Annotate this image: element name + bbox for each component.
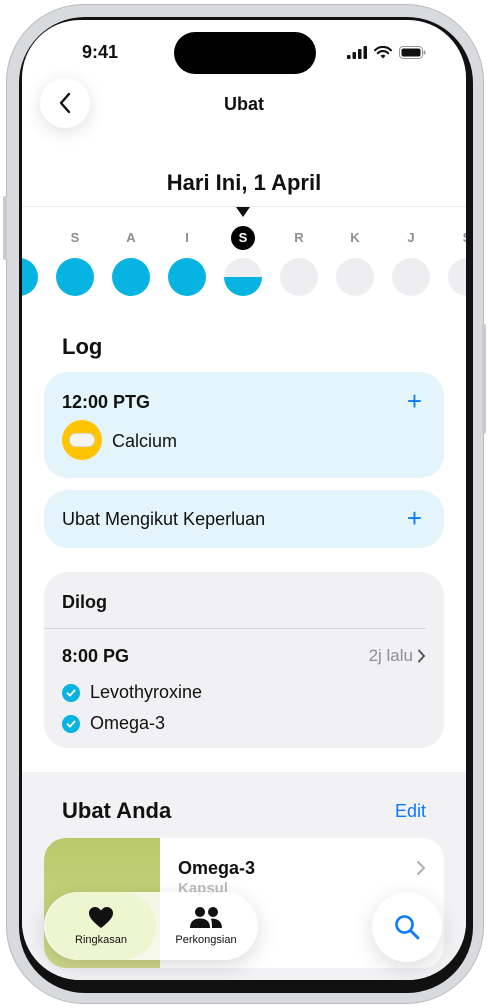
logged-item: Omega-3 — [62, 713, 165, 734]
check-icon — [62, 683, 80, 702]
day-letter[interactable]: I — [22, 230, 31, 245]
logged-ago-text: 2j lalu — [368, 646, 413, 665]
pill-icon — [62, 420, 102, 460]
log-title: Log — [62, 334, 103, 359]
search-button[interactable] — [372, 892, 442, 962]
day-progress[interactable] — [112, 258, 150, 296]
tab-summary-label: Ringkasan — [75, 934, 127, 946]
signal-icon — [347, 46, 367, 59]
date-title: Hari Ini, 1 April — [166, 170, 322, 195]
check-icon — [62, 714, 80, 733]
app-screen: 9:41 Ubat Hari Ini, 1 April I S A I S R K J S Lo… — [22, 20, 466, 980]
day-letter[interactable]: S — [455, 230, 466, 245]
tab-summary[interactable]: Ringkasan — [46, 892, 156, 960]
tab-sharing[interactable]: Perkongsian — [156, 892, 256, 960]
status-icons — [347, 46, 426, 59]
day-progress-today[interactable] — [224, 258, 262, 296]
day-letter[interactable]: J — [399, 230, 423, 245]
heart-icon — [89, 907, 113, 928]
battery-icon — [399, 46, 426, 59]
day-progress[interactable] — [280, 258, 318, 296]
add-dose-button[interactable]: + — [407, 388, 422, 414]
medication-name: Calcium — [112, 431, 178, 451]
as-needed-card[interactable]: Ubat Mengikut Keperluan + — [44, 490, 444, 548]
day-letter[interactable]: I — [175, 230, 199, 245]
day-letter[interactable]: S — [63, 230, 87, 245]
wifi-icon — [374, 46, 392, 59]
scheduled-time: 12:00 PTG — [62, 392, 151, 412]
dynamic-island — [174, 32, 316, 74]
chevron-right-icon — [418, 649, 426, 663]
day-letter[interactable]: A — [119, 230, 143, 245]
tab-sharing-label: Perkongsian — [175, 934, 237, 946]
today-marker-icon — [236, 207, 250, 217]
day-progress[interactable] — [448, 258, 466, 296]
logged-item-name: Omega-3 — [90, 713, 166, 733]
day-progress[interactable] — [168, 258, 206, 296]
day-progress[interactable] — [392, 258, 430, 296]
day-progress[interactable] — [22, 258, 38, 296]
logged-title: Dilog — [62, 592, 107, 612]
day-progress[interactable] — [56, 258, 94, 296]
chevron-right-icon — [417, 861, 426, 875]
your-meds-title: Ubat Anda — [62, 798, 172, 823]
day-letter[interactable]: K — [343, 230, 367, 245]
medication-card-name: Omega-3 — [178, 858, 256, 878]
logged-item-name: Levothyroxine — [90, 682, 203, 702]
status-time: 9:41 — [82, 42, 119, 62]
day-letter-today[interactable]: S — [231, 226, 255, 250]
people-icon — [190, 907, 222, 928]
day-letter[interactable]: R — [287, 230, 311, 245]
side-button-left — [3, 196, 7, 260]
logged-time: 8:00 PG — [62, 646, 130, 666]
nav-title: Ubat — [224, 94, 264, 114]
logged-card: Dilog 8:00 PG 2j lalu Levothyroxine Omeg… — [44, 572, 444, 748]
tab-bar: Ringkasan Perkongsian — [44, 892, 258, 960]
logged-ago: 2j lalu — [369, 646, 426, 666]
edit-button[interactable]: Edit — [395, 801, 426, 822]
add-as-needed-button[interactable]: + — [407, 505, 422, 531]
as-needed-label: Ubat Mengikut Keperluan — [62, 509, 266, 529]
search-icon — [395, 915, 420, 940]
logged-item: Levothyroxine — [62, 682, 202, 703]
side-button-right — [482, 324, 486, 434]
scheduled-dose-card[interactable]: 12:00 PTG + Calcium — [44, 372, 444, 478]
day-progress[interactable] — [336, 258, 374, 296]
logged-entry[interactable]: 8:00 PG 2j lalu Levothyroxine Omega-3 — [44, 632, 444, 742]
logged-divider — [44, 628, 426, 629]
